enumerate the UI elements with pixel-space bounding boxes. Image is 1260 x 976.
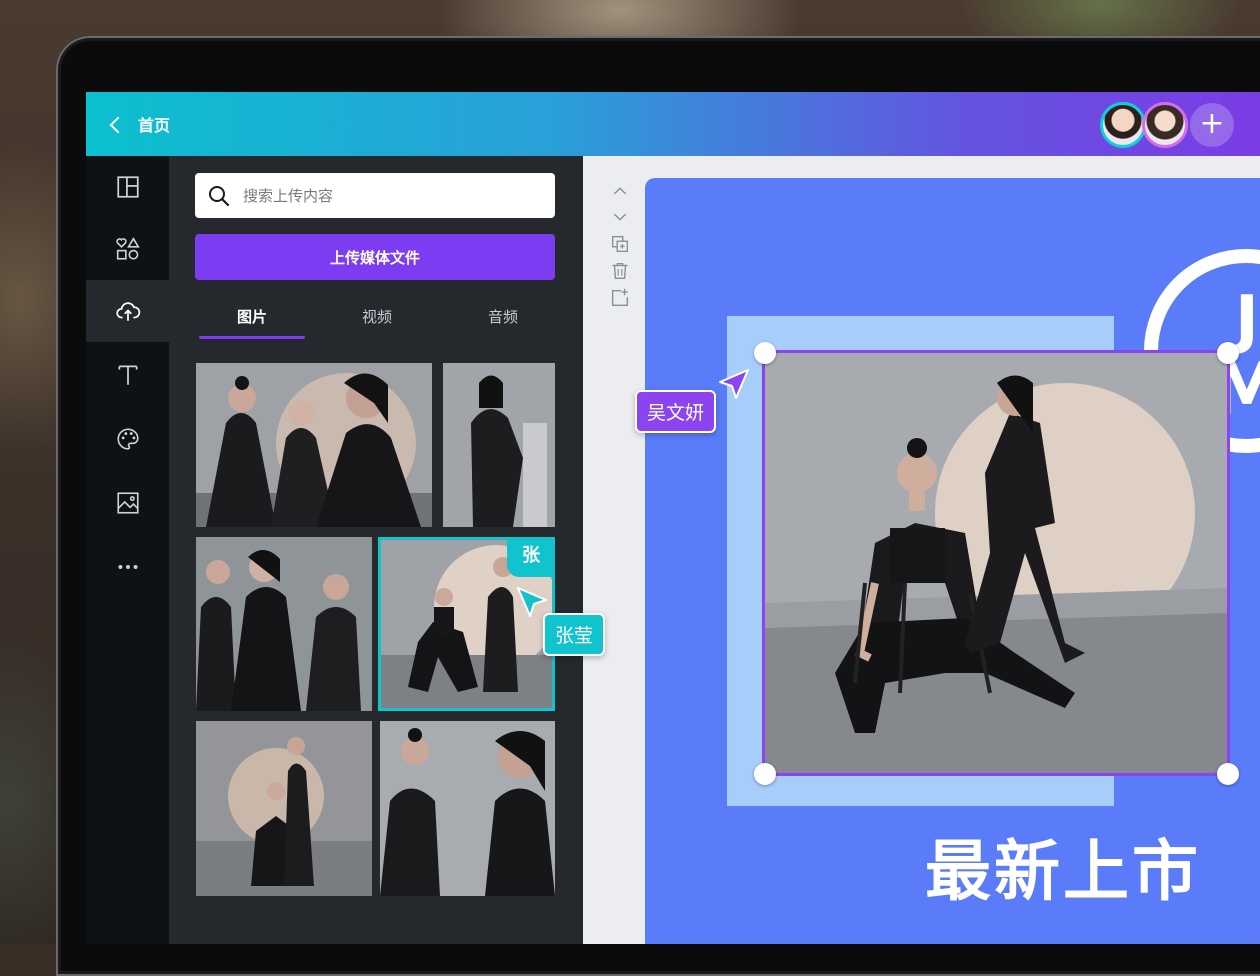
- back-label: 首页: [138, 116, 171, 135]
- more-icon: [117, 565, 138, 569]
- text-icon: [117, 365, 138, 385]
- chevron-up-icon[interactable]: [609, 180, 631, 202]
- layout-icon: [116, 176, 139, 198]
- tab-videos[interactable]: 视频: [317, 306, 437, 327]
- back-home-button[interactable]: 首页: [109, 112, 171, 136]
- media-thumbnail[interactable]: [196, 363, 432, 527]
- owner-tag: 张: [507, 537, 555, 577]
- side-rail: [86, 156, 170, 944]
- trash-icon[interactable]: [609, 260, 631, 282]
- resize-handle-bottom-left[interactable]: [754, 763, 776, 785]
- uploads-panel: 上传媒体文件 图片 视频 音频: [169, 156, 583, 944]
- chevron-left-icon: [109, 116, 127, 133]
- search-icon: [209, 185, 230, 206]
- tab-audio[interactable]: 音频: [443, 306, 563, 327]
- image-icon: [116, 492, 139, 514]
- rail-item-more[interactable]: [86, 536, 169, 598]
- add-collaborator-button[interactable]: +: [1190, 103, 1234, 147]
- tab-images[interactable]: 图片: [192, 306, 312, 327]
- rail-item-uploads[interactable]: [86, 280, 170, 342]
- palette-icon: [116, 428, 139, 450]
- headline-text[interactable]: 最新上市: [925, 818, 1201, 914]
- rail-item-photos[interactable]: [86, 472, 169, 534]
- search-input[interactable]: [241, 185, 535, 206]
- collaborator-label-purple: 吴文妍: [635, 390, 717, 433]
- add-page-icon[interactable]: [609, 287, 631, 309]
- rail-item-elements[interactable]: [86, 218, 169, 280]
- media-thumbnail[interactable]: [380, 721, 555, 896]
- tab-active-indicator: [199, 336, 305, 339]
- selected-photo[interactable]: [762, 350, 1230, 776]
- chevron-down-icon[interactable]: [609, 206, 631, 228]
- rail-item-layout[interactable]: [86, 156, 169, 218]
- media-thumbnail[interactable]: [196, 537, 372, 711]
- upload-media-button[interactable]: 上传媒体文件: [195, 234, 555, 280]
- avatar[interactable]: [1142, 102, 1188, 148]
- app-screen: 首页 + 搜索上传内容 上传媒体文件 图片 视频 音频 张 J M 最新上市 吴…: [86, 92, 1260, 944]
- duplicate-icon[interactable]: [609, 233, 631, 255]
- collaborator-avatars: +: [1100, 102, 1234, 148]
- elements-icon: [115, 237, 140, 260]
- design-page[interactable]: J M 最新上市: [645, 178, 1260, 944]
- resize-handle-top-left[interactable]: [754, 342, 776, 364]
- resize-handle-bottom-right[interactable]: [1217, 763, 1239, 785]
- collaborator-label-teal: 张莹: [543, 613, 606, 656]
- collaborator-cursor-icon: [719, 369, 749, 399]
- rail-item-text[interactable]: [86, 344, 169, 406]
- media-thumbnail[interactable]: [443, 363, 555, 527]
- search-box[interactable]: [195, 173, 555, 218]
- collaborator-cursor-icon: [517, 587, 547, 617]
- media-thumbnail[interactable]: [196, 721, 372, 896]
- media-thumbnail-selected[interactable]: 张: [378, 537, 555, 711]
- resize-handle-top-right[interactable]: [1217, 342, 1239, 364]
- avatar[interactable]: [1100, 102, 1146, 148]
- top-bar: 首页 +: [86, 92, 1260, 156]
- rail-item-brand[interactable]: [86, 408, 169, 470]
- canvas-area: J M 最新上市: [583, 156, 1260, 944]
- upload-cloud-icon: [116, 302, 141, 321]
